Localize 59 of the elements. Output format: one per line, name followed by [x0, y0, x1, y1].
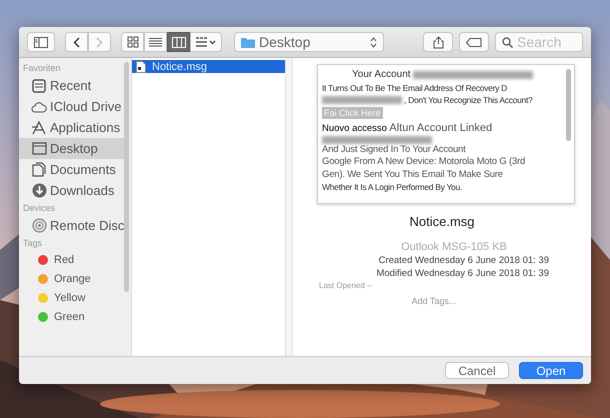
apps-icon	[31, 120, 47, 134]
column-view-button[interactable]	[167, 32, 190, 52]
sidebar-item[interactable]: Red	[19, 250, 125, 269]
preview-text: It Turns Out To Be The Email Address Of Recovery D	[322, 82, 507, 94]
share-button[interactable]	[423, 32, 453, 52]
created-date: Created Wednesday 6 June 2018 01: 39	[378, 255, 549, 266]
location-popup[interactable]: Desktop	[234, 32, 384, 52]
document-icon	[136, 60, 146, 72]
preview-text: Gen). We Sent You This Email To Make Sure	[322, 168, 503, 181]
search-icon	[502, 36, 513, 48]
preview-text: And Just Signed In To Your Account	[322, 144, 466, 156]
columns-icon	[172, 36, 186, 48]
back-button[interactable]	[65, 32, 88, 52]
last-opened: Last Opened --	[319, 281, 372, 290]
open-button[interactable]: Open	[519, 362, 583, 379]
preview-text: Your Account	[352, 69, 411, 82]
file-type: Outlook MSG-105 KB	[401, 241, 507, 253]
folder-icon	[241, 36, 255, 48]
disc-icon	[32, 218, 46, 233]
sidebar-item[interactable]: Green	[19, 307, 125, 326]
file-name: Notice.msg	[409, 214, 475, 229]
sidebar-item[interactable]: Orange	[19, 269, 125, 288]
chevron-right-icon	[96, 36, 103, 48]
gallery-icon	[196, 36, 216, 48]
list-view-button[interactable]	[144, 32, 167, 52]
sidebar-item[interactable]: Documents	[19, 159, 125, 180]
cloud-icon	[31, 100, 47, 112]
cancel-button[interactable]: Cancel	[445, 362, 509, 379]
file-row[interactable]: Notice.msg	[132, 60, 285, 73]
sidebar-item[interactable]: Recent	[19, 75, 125, 96]
sidebar-item[interactable]: Downloads	[19, 180, 125, 201]
sidebar-item[interactable]: Yellow	[19, 288, 125, 307]
grid-icon	[126, 36, 138, 48]
tray-icon	[32, 78, 46, 92]
icon-view-button[interactable]	[121, 32, 144, 52]
preview-text: Google From A New Device: Motorola Moto G (3rd	[322, 156, 526, 168]
tag-icon	[466, 38, 482, 46]
sidebar-icon	[34, 36, 48, 48]
sidebar-item[interactable]: Desktop	[19, 138, 125, 159]
modified-date: Modified Wednesday 6 June 2018 01: 39	[376, 268, 549, 279]
section-title: Favoriten	[22, 62, 62, 75]
desktop-icon	[32, 142, 46, 155]
share-icon	[432, 36, 444, 48]
section-title: Devices	[22, 202, 56, 215]
preview-text: Whether It Is A Login Performed By You.	[322, 181, 462, 194]
sidebar-item[interactable]: Remote Disc	[19, 215, 125, 236]
preview-heading: Nuovo accesso Altun Account Linked	[322, 122, 492, 136]
list-icon	[149, 36, 162, 48]
sidebar-item[interactable]: Applications	[19, 117, 125, 138]
download-icon	[32, 183, 46, 198]
tag-button[interactable]	[459, 32, 489, 52]
sidebar-item[interactable]: ICloud Drive	[19, 96, 125, 117]
section-title: Tags	[22, 237, 44, 250]
chevron-left-icon	[73, 36, 80, 48]
sidebar-toggle-button[interactable]	[27, 32, 55, 52]
gallery-view-button[interactable]	[190, 32, 222, 52]
stepper-icon	[370, 36, 377, 48]
preview-text: , Don't You Recognize This Account?	[404, 94, 532, 106]
documents-icon	[32, 162, 46, 177]
